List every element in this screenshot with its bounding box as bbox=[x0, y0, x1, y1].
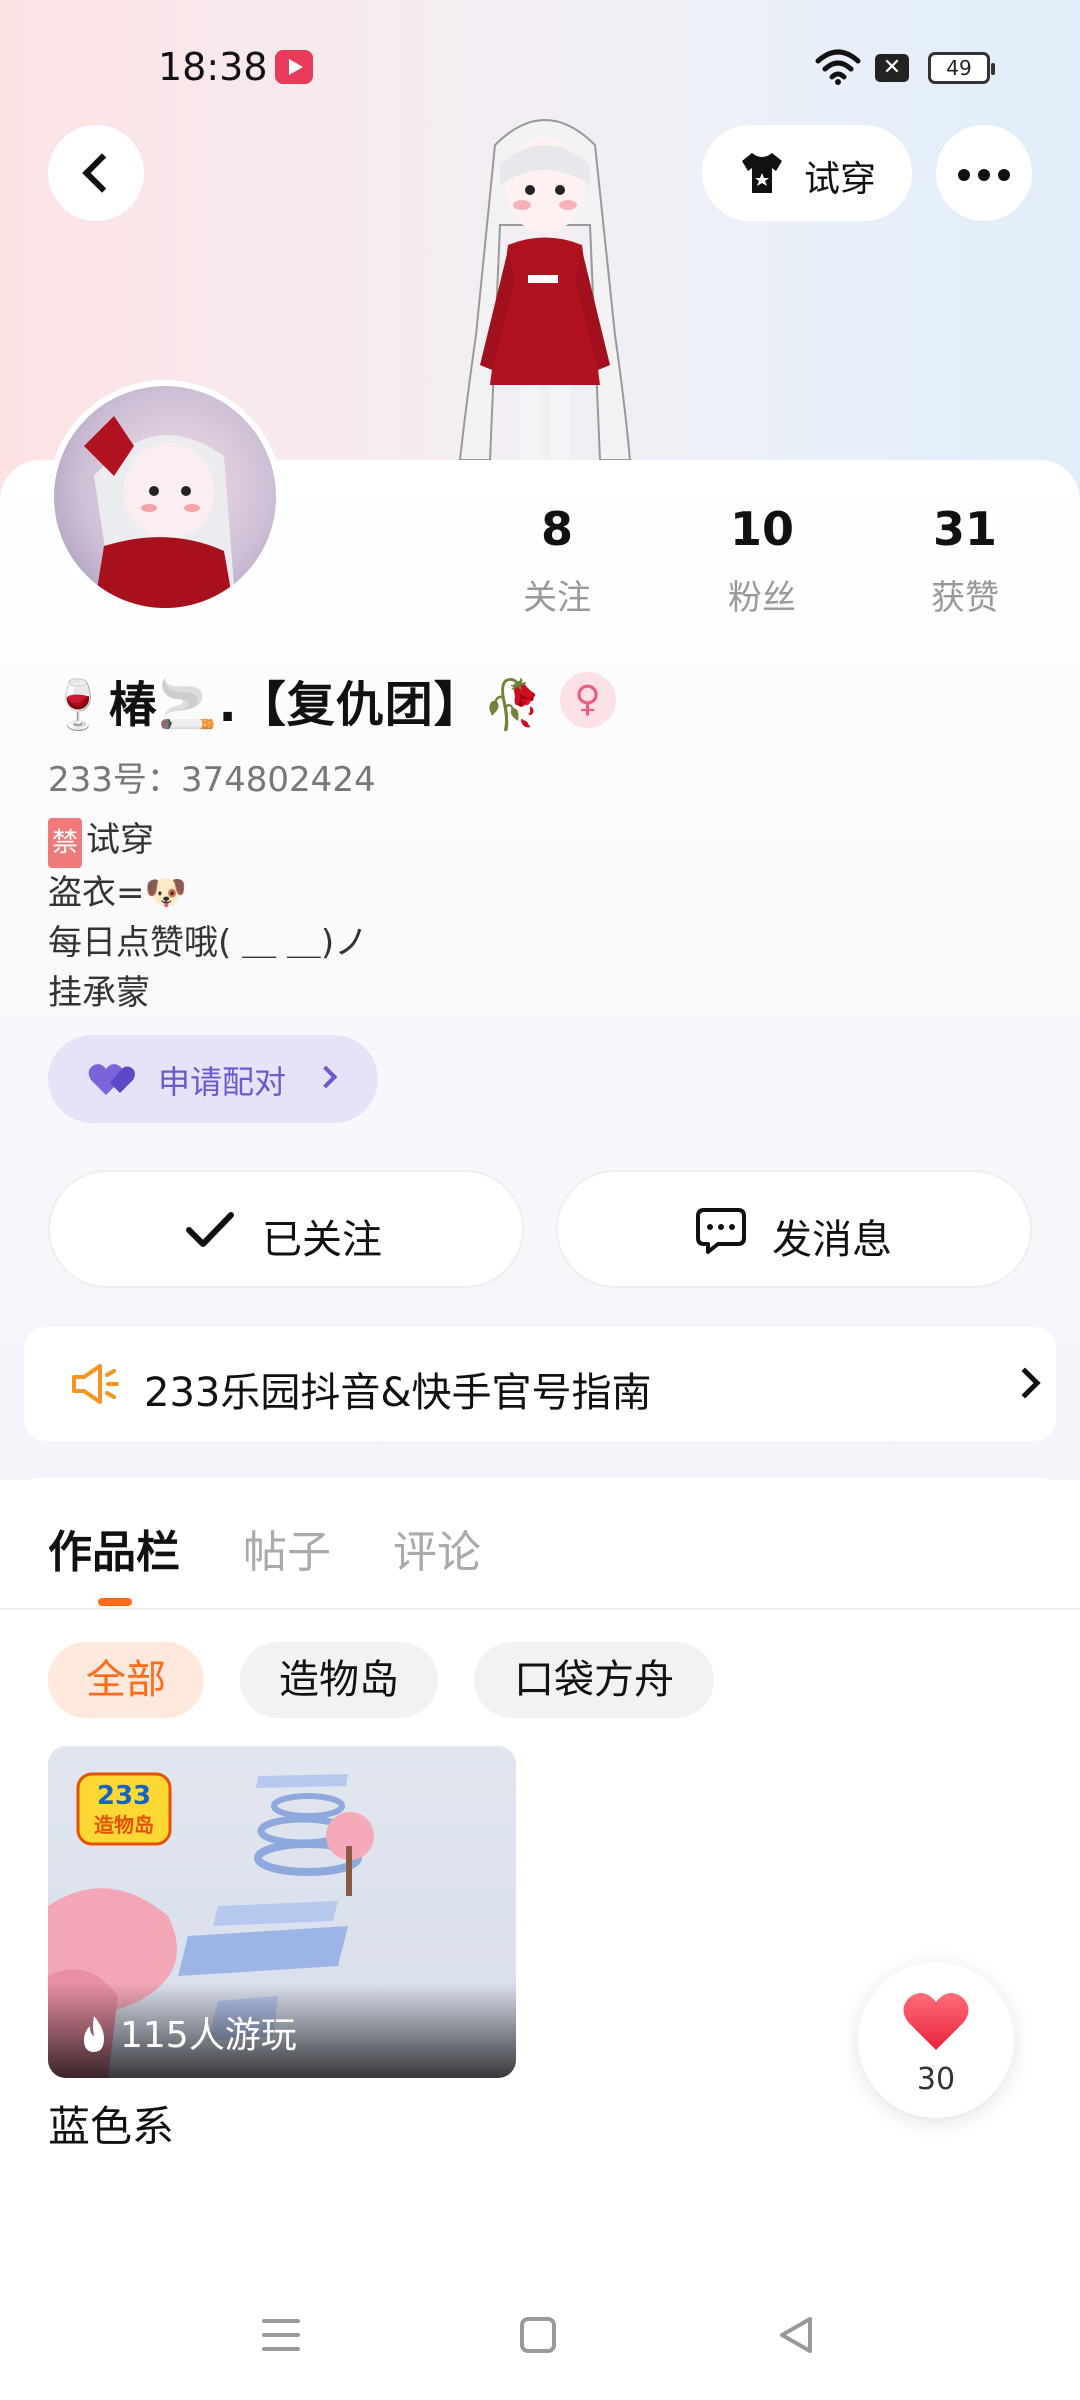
stat-likes[interactable]: 31 获赞 bbox=[885, 502, 1045, 619]
notice-text: 233乐园抖音&快手官号指南 bbox=[144, 1370, 652, 1416]
stat-followers-label: 粉丝 bbox=[728, 578, 796, 618]
avatar-3d-figure bbox=[458, 119, 632, 465]
try-on-label: 试穿 bbox=[804, 159, 877, 200]
tab-comments[interactable]: 评论 bbox=[393, 1516, 481, 1580]
nickname-row: 🍷椿🚬.【复仇团】🥀 ♀ bbox=[48, 665, 616, 735]
content-tabs-panel: 作品栏 帖子 评论 全部 造物岛 口袋方舟 233 造物岛 115人游玩 蓝色系 bbox=[0, 1478, 1080, 2400]
checkmark-icon bbox=[186, 1212, 234, 1247]
stat-followers[interactable]: 10 粉丝 bbox=[682, 502, 842, 619]
battery-icon: 49 bbox=[928, 52, 995, 84]
more-dot-icon bbox=[998, 169, 1010, 181]
stat-followers-count: 10 bbox=[729, 502, 794, 556]
stat-likes-label: 获赞 bbox=[931, 578, 999, 618]
like-count: 30 bbox=[916, 2062, 956, 2097]
send-message-label: 发消息 bbox=[772, 1217, 892, 1263]
bio: 禁试穿 盗衣=🐶 每日点赞哦( ＿ ＿)ノ 挂承蒙 bbox=[48, 815, 368, 1018]
flame-icon bbox=[84, 2016, 104, 2052]
tab-posts[interactable]: 帖子 bbox=[243, 1516, 331, 1580]
followed-button[interactable]: 已关注 bbox=[48, 1170, 524, 1288]
nickname: 🍷椿🚬.【复仇团】🥀 bbox=[48, 677, 544, 733]
stat-following[interactable]: 8 关注 bbox=[477, 502, 637, 619]
heart-icon bbox=[903, 1993, 969, 2050]
avatar-illustration bbox=[84, 416, 234, 608]
stat-following-label: 关注 bbox=[523, 578, 591, 618]
system-nav-bar bbox=[0, 2290, 1080, 2400]
screen-record-icon bbox=[275, 50, 313, 84]
logo-badge-number: 233 bbox=[97, 1781, 151, 1811]
double-heart-icon bbox=[88, 1064, 135, 1095]
like-button[interactable]: 30 bbox=[858, 1962, 1014, 2118]
active-tab-indicator bbox=[98, 1598, 132, 1606]
more-dot-icon bbox=[978, 169, 990, 181]
no-sim-icon: ✕ bbox=[875, 54, 909, 82]
game-thumbnail[interactable]: 233 造物岛 115人游玩 bbox=[48, 1746, 516, 2078]
notice-banner[interactable]: 233乐园抖音&快手官号指南 bbox=[24, 1327, 1056, 1441]
ban-badge: 禁 bbox=[48, 818, 83, 868]
wifi-icon bbox=[815, 49, 861, 85]
megaphone-icon bbox=[72, 1364, 119, 1404]
try-on-button[interactable]: 试穿 bbox=[702, 125, 912, 221]
shirt-icon bbox=[742, 153, 782, 193]
tab-works[interactable]: 作品栏 bbox=[48, 1516, 180, 1580]
bio-line-4: 挂承蒙 bbox=[48, 973, 150, 1013]
more-dot-icon bbox=[958, 169, 970, 181]
stat-following-count: 8 bbox=[540, 502, 573, 556]
status-time: 18:38 bbox=[158, 45, 268, 89]
bio-line-2: 盗衣=🐶 bbox=[48, 873, 187, 913]
female-gender-icon: ♀ bbox=[559, 672, 616, 728]
profile-avatar[interactable] bbox=[48, 380, 282, 614]
creation-island-logo-icon: 233 造物岛 bbox=[76, 1772, 172, 1846]
chevron-right-icon bbox=[314, 1065, 338, 1089]
play-count: 115人游玩 bbox=[120, 2015, 297, 2056]
filter-pocket-ark[interactable]: 口袋方舟 bbox=[474, 1642, 714, 1718]
bio-line-1-text: 试穿 bbox=[86, 820, 155, 860]
stat-likes-count: 31 bbox=[932, 502, 997, 556]
home-square-icon[interactable] bbox=[518, 2315, 558, 2355]
chat-bubble-icon bbox=[696, 1208, 746, 1254]
logo-badge-name: 造物岛 bbox=[94, 1813, 154, 1837]
user-id[interactable]: 233号：374802424 bbox=[48, 752, 376, 801]
tabs-divider bbox=[0, 1608, 1080, 1610]
game-title[interactable]: 蓝色系 bbox=[48, 2093, 174, 2154]
apply-match-label: 申请配对 bbox=[158, 1063, 287, 1101]
apply-match-button[interactable]: 申请配对 bbox=[48, 1035, 378, 1123]
back-button[interactable] bbox=[48, 125, 144, 221]
back-triangle-icon[interactable] bbox=[776, 2315, 816, 2355]
send-message-button[interactable]: 发消息 bbox=[556, 1170, 1032, 1288]
bio-line-1: 禁试穿 bbox=[48, 815, 368, 868]
chevron-right-icon bbox=[1009, 1367, 1041, 1399]
menu-icon[interactable] bbox=[260, 2315, 302, 2355]
filter-all[interactable]: 全部 bbox=[48, 1642, 204, 1718]
more-options-button[interactable] bbox=[936, 125, 1032, 221]
bio-line-3: 每日点赞哦( ＿ ＿)ノ bbox=[48, 923, 369, 963]
followed-label: 已关注 bbox=[262, 1217, 382, 1263]
filter-creation-island[interactable]: 造物岛 bbox=[240, 1642, 438, 1718]
